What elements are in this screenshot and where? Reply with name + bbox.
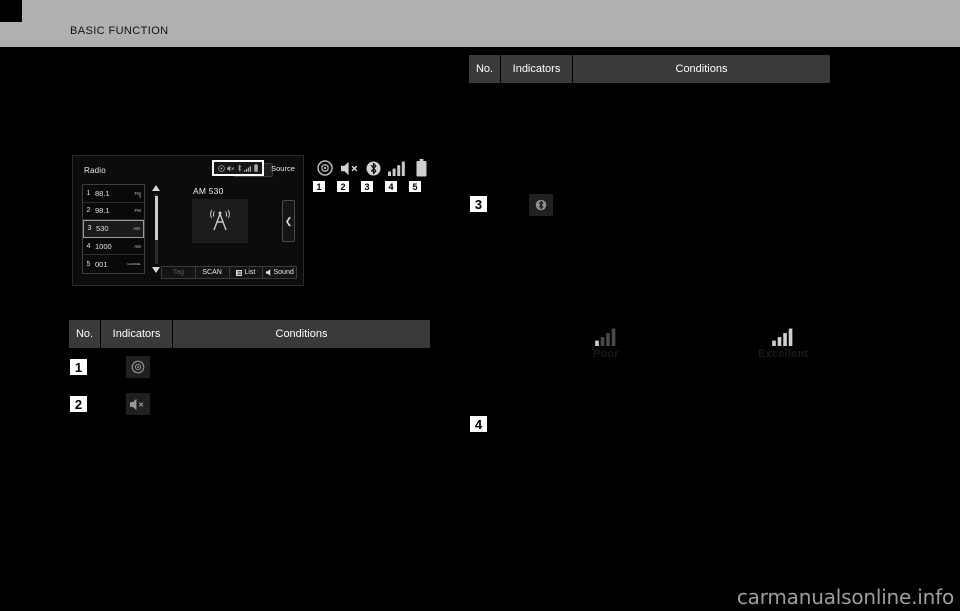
scan-button-label: SCAN [202, 269, 222, 276]
sound-button[interactable]: Sound [263, 267, 296, 278]
indicator-table-right-header: No. Indicators Conditions [469, 55, 830, 83]
scrollbar-thumb[interactable] [154, 196, 158, 240]
row-indicator-icon-bluetooth [529, 194, 553, 216]
mute-icon [130, 398, 144, 410]
tag-button[interactable]: Tag [162, 267, 196, 278]
page-root: BASIC FUNCTION Radio 1 88.1 FM )) 2 98.1… [0, 0, 960, 611]
callout-number-2: 2 [336, 180, 350, 193]
battery-icon [416, 159, 426, 177]
radio-button-bar: Tag SCAN List Sound [161, 266, 297, 279]
signal-example-caption: Excellent [758, 348, 809, 360]
preset-number: 5 [86, 260, 91, 268]
indicator-table-left-header: No. Indicators Conditions [69, 320, 430, 348]
column-header-indicators: Indicators [101, 320, 173, 348]
signal-example-excellent: Excellent [758, 328, 808, 360]
preset-frequency: 88.1 [95, 188, 110, 198]
list-button-label: List [244, 269, 256, 276]
row-number-marker: 2 [69, 395, 88, 413]
speaker-icon [265, 269, 270, 276]
list-button[interactable]: List [229, 267, 264, 278]
callout-number-4: 4 [384, 180, 398, 193]
preset-number: 1 [86, 189, 91, 197]
battery-icon [254, 164, 258, 172]
list-icon [236, 269, 243, 276]
disc-icon [218, 164, 225, 172]
preset-scrollbar[interactable] [151, 184, 162, 274]
disc-icon [317, 160, 333, 176]
radio-preset-list[interactable]: 1 88.1 FM )) 2 98.1 FM 3 530 AM 4 1000 A… [82, 184, 145, 274]
source-button[interactable]: Source [266, 161, 300, 175]
preset-row[interactable]: 4 1000 AM [83, 238, 144, 256]
hd-radio-icon: )) [138, 193, 141, 198]
preset-number: 3 [87, 225, 92, 233]
callout-icon-5 [411, 158, 431, 178]
preset-row[interactable]: 1 88.1 FM )) [83, 185, 144, 203]
signal-bars-icon [772, 328, 793, 346]
row-number-marker: 3 [469, 195, 488, 213]
radio-tower-icon [192, 199, 248, 243]
preset-band: CHANNEL [127, 262, 141, 267]
preset-frequency: 001 [95, 259, 108, 269]
status-bar-highlight-box [212, 160, 264, 176]
preset-number: 4 [86, 242, 91, 250]
signal-bars-icon [595, 328, 616, 346]
column-header-no: No. [69, 320, 101, 348]
column-header-conditions: Conditions [573, 55, 830, 83]
disc-icon [131, 360, 145, 374]
chevron-left-icon[interactable]: ❮ [282, 200, 295, 242]
header-corner-notch [0, 0, 22, 22]
signal-example-poor: Poor [593, 328, 619, 360]
preset-band: AM [133, 226, 140, 232]
preset-row[interactable]: 2 98.1 FM [83, 203, 144, 221]
signal-example-caption: Poor [593, 348, 619, 360]
callout-icon-3 [363, 158, 383, 178]
scrollbar-track[interactable] [154, 194, 158, 264]
sound-button-label: Sound [273, 269, 294, 276]
current-station-label: AM 530 [193, 186, 224, 196]
row-number-marker: 4 [469, 415, 488, 433]
scan-button[interactable]: SCAN [195, 267, 230, 278]
preset-band: FM [134, 190, 141, 196]
preset-frequency: 530 [96, 224, 109, 234]
radio-tower-glyph [210, 209, 230, 231]
column-header-conditions: Conditions [173, 320, 430, 348]
row-indicator-icon-mute [126, 393, 150, 415]
row-indicator-icon-disc [126, 356, 150, 378]
mute-icon [227, 165, 235, 171]
preset-row-selected[interactable]: 3 530 AM [83, 220, 144, 238]
radio-screen-title: Radio [84, 166, 106, 175]
callout-number-5: 5 [408, 180, 422, 193]
column-header-no: No. [469, 55, 501, 83]
tag-button-label: Tag [172, 269, 185, 276]
callout-icon-4 [387, 158, 407, 178]
bluetooth-icon [366, 161, 380, 175]
mute-icon [340, 161, 357, 175]
preset-number: 2 [86, 207, 91, 215]
triangle-down-icon[interactable] [152, 267, 160, 273]
callout-icon-1 [315, 158, 335, 178]
bluetooth-icon [238, 164, 242, 172]
signal-icon [244, 165, 252, 172]
indicator-callout-row: 1 2 3 4 5 [310, 158, 428, 198]
preset-frequency: 1000 [95, 241, 112, 251]
preset-row[interactable]: 5 001 CHANNEL [83, 255, 144, 273]
callout-number-1: 1 [312, 180, 326, 193]
signal-bars-icon [388, 161, 405, 176]
triangle-up-icon[interactable] [152, 185, 160, 191]
row-number-marker: 1 [69, 358, 88, 376]
page-title: BASIC FUNCTION [70, 25, 169, 37]
site-watermark: carmanualsonline.info [736, 585, 954, 609]
callout-icon-2 [340, 158, 360, 178]
callout-number-3: 3 [360, 180, 374, 193]
column-header-indicators: Indicators [501, 55, 573, 83]
preset-frequency: 98.1 [95, 206, 110, 216]
page-header-band [0, 0, 960, 47]
preset-band: AM [134, 243, 141, 249]
preset-band: FM [134, 208, 141, 214]
bluetooth-icon [535, 199, 547, 211]
